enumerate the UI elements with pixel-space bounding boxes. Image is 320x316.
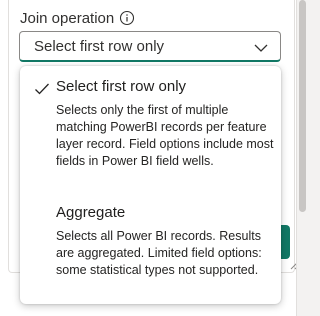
chevron-down-icon[interactable] — [253, 40, 269, 56]
info-icon[interactable] — [119, 10, 135, 26]
dropdown-selected-value: Select first row only — [34, 37, 165, 55]
scrollbar-thumb[interactable] — [299, 0, 306, 212]
join-operation-label: Join operation — [20, 9, 115, 27]
option-title: Select first row only — [56, 78, 187, 95]
primary-button-edge[interactable] — [281, 225, 290, 259]
option-description: Selects all Power BI records. Results ar… — [56, 229, 262, 277]
join-operation-dropdown[interactable]: Select first row only — [19, 31, 281, 62]
checkmark-icon — [35, 83, 49, 95]
join-operation-label-row: Join operation — [20, 8, 135, 28]
join-operation-menu: Select first row only Selects only the f… — [20, 66, 281, 304]
option-description: Selects only the first of multiple match… — [56, 103, 274, 168]
option-title: Aggregate — [56, 204, 126, 221]
